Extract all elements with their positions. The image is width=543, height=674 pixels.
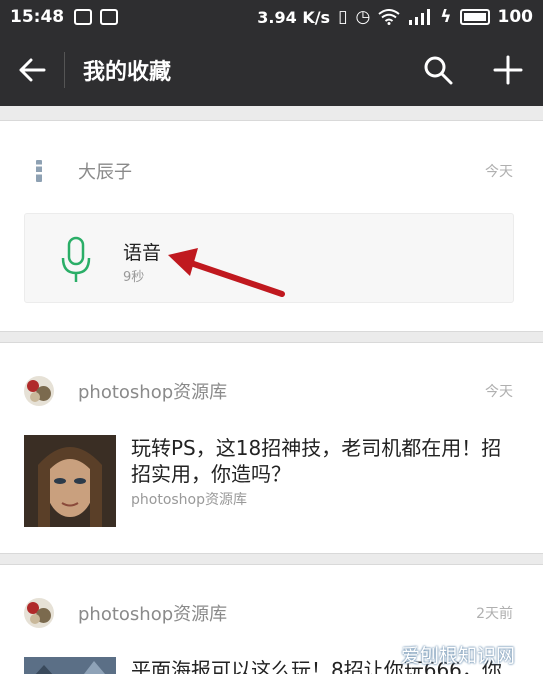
add-button[interactable] <box>485 34 531 106</box>
article-thumbnail <box>24 435 116 527</box>
battery-icon <box>459 9 490 25</box>
image-notification-icon <box>74 9 93 25</box>
nav-divider <box>64 52 65 88</box>
article-thumbnail <box>24 657 116 674</box>
item-header: photoshop资源库 2天前 <box>24 593 513 633</box>
plus-icon <box>493 55 523 85</box>
item-source: photoshop资源库 <box>78 382 228 403</box>
item-source: photoshop资源库 <box>78 604 228 625</box>
status-bar: 15:48 3.94 K/s ▯ ◷ ϟ 100 <box>0 0 543 34</box>
watermark: 爱刨根知识网 <box>400 645 515 667</box>
app-notification-icon <box>100 9 119 25</box>
item-date: 2天前 <box>476 606 513 622</box>
nav-bar: 我的收藏 <box>0 34 543 106</box>
red-arrow-annotation <box>168 248 285 297</box>
network-speed: 3.94 K/s <box>257 7 331 27</box>
item-date: 今天 <box>485 164 513 180</box>
avatar <box>24 598 54 628</box>
charging-icon: ϟ <box>440 7 452 27</box>
battery-level: 100 <box>497 7 534 27</box>
voice-duration: 9秒 <box>123 270 145 285</box>
item-header: photoshop资源库 今天 <box>24 371 513 411</box>
avatar <box>24 156 54 186</box>
back-arrow-icon <box>19 58 46 82</box>
voice-title: 语音 <box>123 242 162 264</box>
vibrate-icon: ▯ <box>338 7 348 27</box>
back-button[interactable] <box>0 34 64 106</box>
signal-icon <box>409 9 431 25</box>
favorite-item-article[interactable]: photoshop资源库 今天 玩转PS，这18招神技，老司机都在用！招招实用，… <box>0 342 543 554</box>
item-date: 今天 <box>485 384 513 400</box>
page-title: 我的收藏 <box>83 60 172 85</box>
status-time: 15:48 <box>10 7 65 27</box>
alarm-icon: ◷ <box>355 7 371 27</box>
microphone-icon <box>61 236 91 282</box>
search-button[interactable] <box>415 34 461 106</box>
wifi-icon <box>378 9 400 25</box>
item-header: 大辰子 今天 <box>24 151 513 191</box>
item-source: 大辰子 <box>78 162 132 183</box>
avatar <box>24 376 54 406</box>
article-source: photoshop资源库 <box>131 492 247 508</box>
article-title: 玩转PS，这18招神技，老司机都在用！招招实用，你造吗？ <box>131 436 502 486</box>
search-icon <box>424 56 453 85</box>
